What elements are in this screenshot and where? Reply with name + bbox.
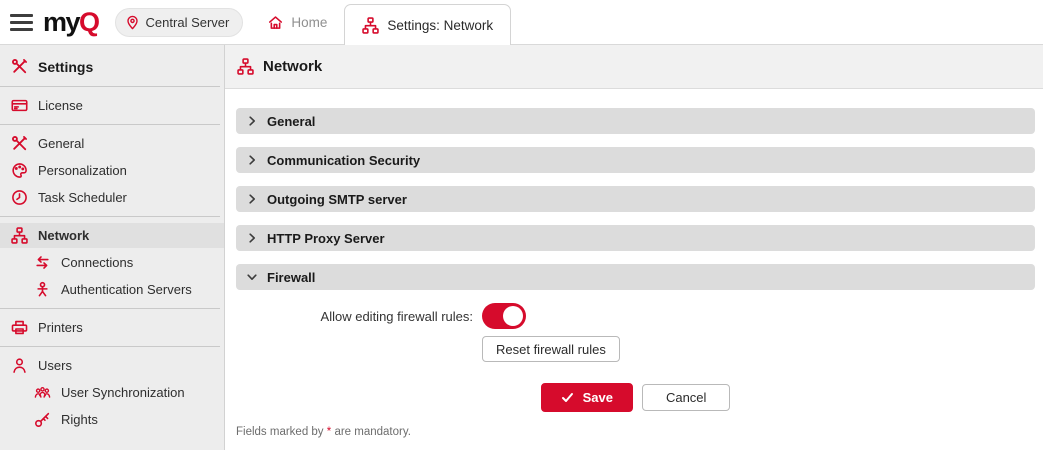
accordion-label: Communication Security (267, 153, 420, 168)
sidebar-divider (0, 308, 220, 309)
sidebar-item-task-scheduler[interactable]: Task Scheduler (0, 185, 224, 210)
accordion-communication-security[interactable]: Communication Security (236, 147, 1035, 173)
sidebar-divider (0, 124, 220, 125)
sidebar-item-license[interactable]: License (0, 93, 224, 118)
page-header: Network (225, 45, 1043, 89)
tools-icon (11, 58, 28, 75)
sidebar-item-label: User Synchronization (61, 385, 185, 400)
sidebar-title-settings: Settings (0, 53, 224, 80)
save-button-label: Save (583, 390, 613, 405)
accordion-http-proxy-server[interactable]: HTTP Proxy Server (236, 225, 1035, 251)
users-group-icon (34, 384, 51, 401)
accordion-label: Firewall (267, 270, 315, 285)
tools-icon (11, 135, 28, 152)
sidebar-item-label: License (38, 98, 83, 113)
sidebar-item-label: Task Scheduler (38, 190, 127, 205)
accordion-general[interactable]: General (236, 108, 1035, 134)
swap-arrows-icon (34, 254, 51, 271)
network-icon (11, 227, 28, 244)
chevron-right-icon (246, 115, 258, 127)
accordion-label: HTTP Proxy Server (267, 231, 385, 246)
accordion-label: General (267, 114, 315, 129)
sidebar-divider (0, 346, 220, 347)
tab-settings-network-label: Settings: Network (387, 18, 493, 33)
sidebar-item-users[interactable]: Users (0, 353, 224, 378)
chevron-right-icon (246, 154, 258, 166)
accordion-firewall[interactable]: Firewall (236, 264, 1035, 290)
page-title: Network (263, 58, 322, 75)
sidebar-item-label: Printers (38, 320, 83, 335)
sidebar-item-rights[interactable]: Rights (0, 407, 224, 432)
firewall-section-body: Allow editing firewall rules: Reset fire… (236, 303, 1035, 362)
check-icon (561, 391, 574, 404)
sidebar-item-label: General (38, 136, 84, 151)
license-icon (11, 97, 28, 114)
key-icon (34, 411, 51, 428)
tab-home-label: Home (291, 15, 327, 30)
menu-hamburger-icon[interactable] (10, 14, 33, 31)
accordion-label: Outgoing SMTP server (267, 192, 407, 207)
sidebar-item-authentication-servers[interactable]: Authentication Servers (0, 277, 224, 302)
sidebar-item-network[interactable]: Network (0, 223, 224, 248)
sidebar-item-user-synchronization[interactable]: User Synchronization (0, 380, 224, 405)
reset-firewall-rules-button[interactable]: Reset firewall rules (482, 336, 620, 362)
chevron-right-icon (246, 193, 258, 205)
toggle-knob (503, 306, 523, 326)
home-icon (267, 14, 284, 31)
user-icon (11, 357, 28, 374)
sidebar-divider (0, 86, 220, 87)
tab-home[interactable]: Home (267, 14, 327, 31)
mandatory-fields-note: Fields marked by * are mandatory. (236, 426, 1035, 438)
accordion-outgoing-smtp-server[interactable]: Outgoing SMTP server (236, 186, 1035, 212)
myq-logo: myQ (43, 9, 99, 36)
form-actions: Save Cancel (236, 383, 1035, 412)
chevron-down-icon (246, 271, 258, 283)
save-button[interactable]: Save (541, 383, 633, 412)
sidebar-item-connections[interactable]: Connections (0, 250, 224, 275)
network-icon (362, 17, 379, 34)
server-selector-button[interactable]: Central Server (115, 8, 244, 37)
settings-sidebar: Settings License General (0, 45, 225, 450)
firewall-toggle[interactable] (482, 303, 526, 329)
sidebar-item-label: Rights (61, 412, 98, 427)
tab-settings-network[interactable]: Settings: Network (344, 4, 511, 45)
printer-icon (11, 319, 28, 336)
sidebar-item-label: Connections (61, 255, 133, 270)
sidebar-item-printers[interactable]: Printers (0, 315, 224, 340)
sidebar-item-general[interactable]: General (0, 131, 224, 156)
top-bar: myQ Central Server Home Settings: Networ… (0, 0, 1043, 45)
content-panel: Network General Communication Security O… (225, 45, 1043, 450)
sidebar-item-label: Network (38, 228, 89, 243)
location-pin-icon (125, 15, 140, 30)
cancel-button[interactable]: Cancel (642, 384, 730, 411)
sidebar-item-label: Users (38, 358, 72, 373)
sidebar-divider (0, 216, 220, 217)
network-icon (237, 58, 254, 75)
person-icon (34, 281, 51, 298)
server-selector-label: Central Server (146, 15, 230, 30)
palette-icon (11, 162, 28, 179)
sidebar-item-personalization[interactable]: Personalization (0, 158, 224, 183)
sidebar-item-label: Personalization (38, 163, 127, 178)
sidebar-item-label: Authentication Servers (61, 282, 192, 297)
clock-icon (11, 189, 28, 206)
allow-editing-firewall-rules-label: Allow editing firewall rules: (236, 309, 482, 324)
chevron-right-icon (246, 232, 258, 244)
